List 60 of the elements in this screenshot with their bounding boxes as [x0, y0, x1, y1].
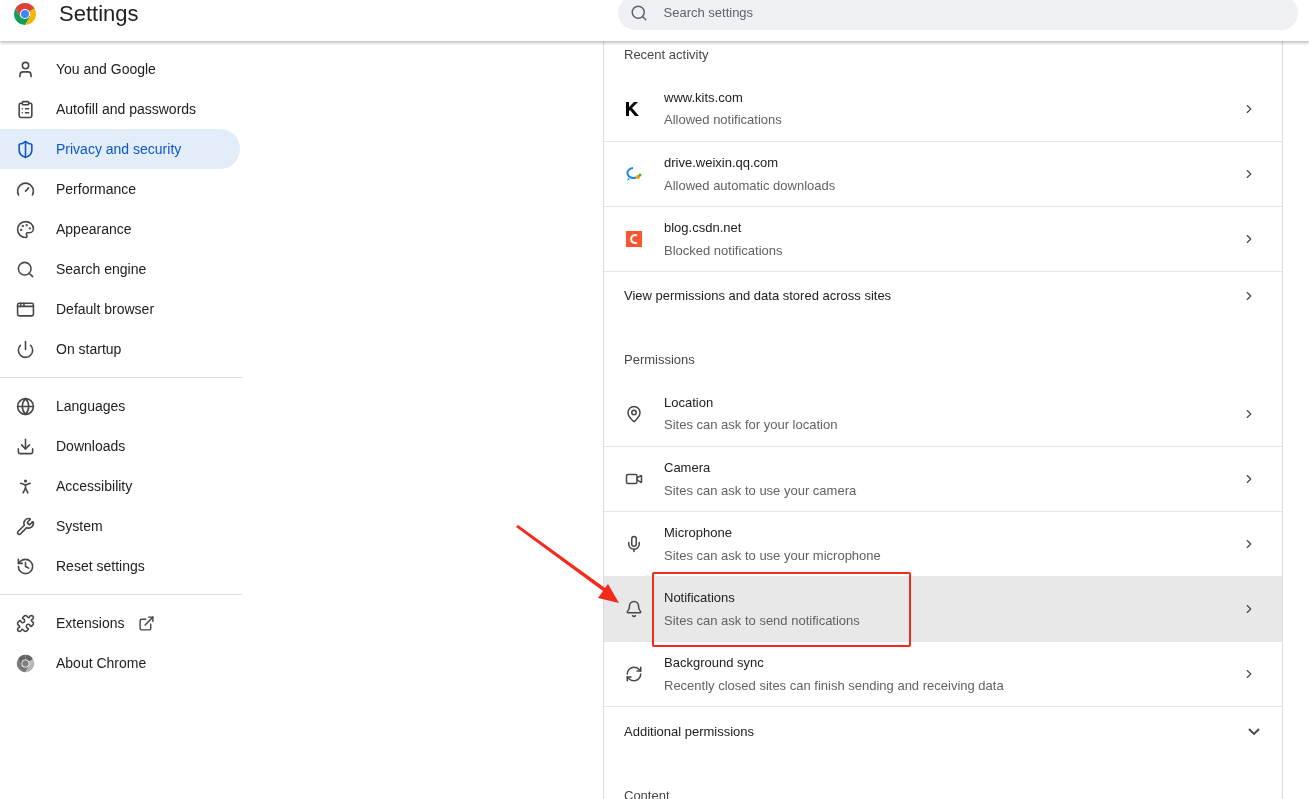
row-title: Camera — [664, 459, 712, 477]
search-field[interactable]: Search settings — [617, 0, 1298, 30]
letter-k-logo-icon — [626, 101, 642, 116]
row-title: www.kits.com — [664, 88, 744, 107]
globe-icon — [16, 396, 35, 416]
download-icon — [16, 436, 35, 456]
letter-c-logo-icon — [626, 231, 642, 247]
chat-bubble-logo-icon — [625, 166, 643, 182]
clipboard-icon — [16, 99, 35, 119]
section-heading: Permissions — [623, 351, 696, 370]
row-title: drive.weixin.qq.com — [664, 154, 780, 172]
search-icon — [629, 3, 648, 22]
sidebar-item[interactable]: About Chrome — [0, 643, 240, 683]
browser-window-icon — [16, 299, 35, 319]
sidebar-item[interactable]: Extensions — [0, 603, 240, 643]
sidebar-item[interactable]: You and Google — [0, 49, 240, 89]
sidebar-item[interactable]: Search engine — [0, 249, 240, 289]
sidebar-item[interactable]: Reset settings — [0, 546, 240, 586]
sync-icon — [625, 665, 643, 683]
row-description: Sites can ask for your location — [664, 416, 839, 434]
logo-icon — [16, 653, 35, 673]
row-description: Blocked notifications — [664, 241, 784, 260]
power-icon — [16, 339, 35, 359]
sidebar-item[interactable]: Privacy and security — [0, 129, 240, 169]
row-title: Microphone — [664, 524, 733, 542]
sidebar-item[interactable]: Appearance — [0, 209, 240, 249]
section-heading: Recent activity — [623, 46, 710, 65]
row-description: Allowed notifications — [664, 111, 783, 129]
puzzle-icon — [16, 613, 35, 633]
row-description: Sites can ask to use your camera — [664, 481, 858, 500]
sidebar-item[interactable]: System — [0, 506, 240, 546]
row-title: Background sync — [664, 654, 765, 672]
bell-icon — [625, 600, 643, 618]
person-icon — [16, 59, 35, 79]
wrench-icon — [16, 516, 35, 536]
page-title: Settings — [59, 0, 139, 28]
row-title: Notifications — [664, 589, 736, 607]
sidebar-item[interactable]: Autofill and passwords — [0, 89, 240, 129]
row-title: blog.csdn.net — [664, 219, 743, 237]
row-description: Sites can ask to send notifications — [664, 611, 861, 630]
sidebar-item[interactable]: Accessibility — [0, 466, 240, 506]
palette-icon — [16, 219, 35, 239]
sidebar-item[interactable]: Performance — [0, 169, 240, 209]
sidebar-item[interactable]: Languages — [0, 386, 240, 426]
history-icon — [16, 556, 35, 576]
row-description: Sites can ask to use your microphone — [664, 546, 882, 565]
sidebar-item[interactable]: Default browser — [0, 289, 240, 329]
row-description: Recently closed sites can finish sending and receiving data — [664, 676, 1005, 695]
row-description: Allowed automatic downloads — [664, 176, 837, 195]
shield-icon — [16, 139, 35, 159]
location-pin-icon — [625, 404, 643, 423]
chevron-down-icon — [1248, 728, 1260, 735]
settings-row[interactable]: Notifications Sites can ask to send notifications — [604, 576, 1282, 641]
external-link-icon — [138, 614, 156, 632]
microphone-icon — [625, 535, 643, 553]
row-title: Location — [664, 393, 715, 412]
gauge-icon — [16, 179, 35, 199]
sidebar-item[interactable]: On startup — [0, 329, 240, 369]
search-icon — [16, 259, 35, 279]
sidebar-item[interactable]: Downloads — [0, 426, 240, 466]
